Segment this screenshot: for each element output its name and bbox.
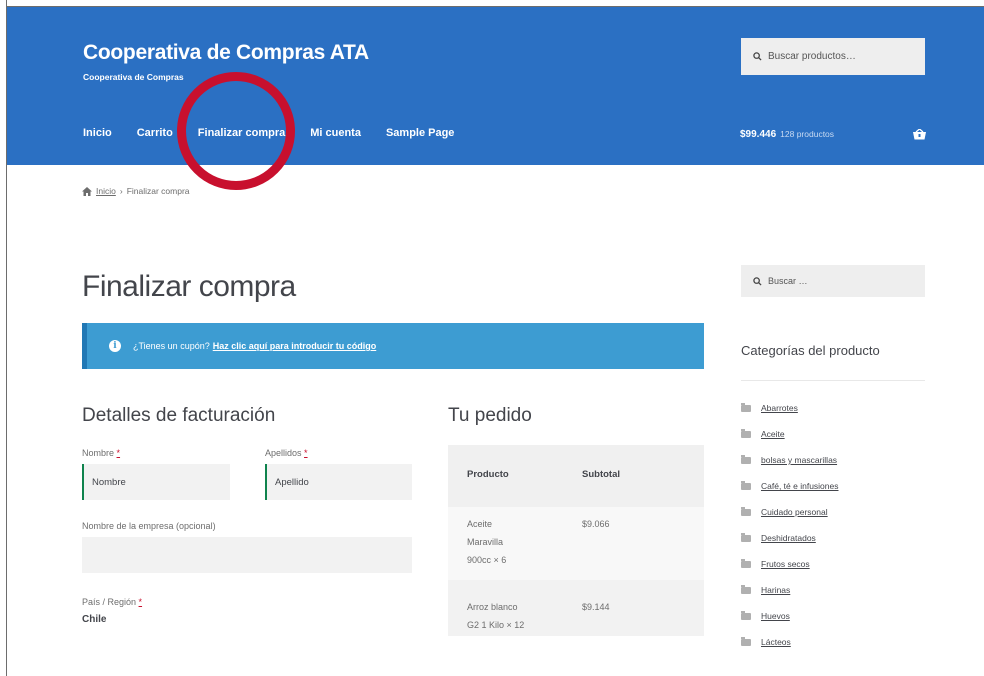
nav-item-sample-page[interactable]: Sample Page bbox=[386, 127, 454, 139]
first-name-label: Nombre * bbox=[82, 448, 121, 458]
folder-icon bbox=[741, 454, 751, 464]
folder-icon bbox=[741, 610, 751, 620]
sidebar-search-input[interactable]: Buscar … bbox=[741, 265, 925, 297]
list-item[interactable]: Deshidratados bbox=[741, 525, 839, 551]
list-item[interactable]: Cuidado personal bbox=[741, 499, 839, 525]
column-header-subtotal: Subtotal bbox=[582, 469, 620, 480]
company-field[interactable] bbox=[82, 537, 412, 573]
last-name-field[interactable]: Apellido bbox=[265, 464, 412, 500]
category-list: Abarrotes Aceite bolsas y mascarillas Ca… bbox=[741, 395, 839, 655]
product-subtotal: $9.066 bbox=[582, 519, 610, 529]
nav-item-mi-cuenta[interactable]: Mi cuenta bbox=[310, 127, 361, 139]
site-title[interactable]: Cooperativa de Compras ATA bbox=[83, 41, 369, 65]
required-mark: * bbox=[304, 448, 308, 458]
list-item[interactable]: Abarrotes bbox=[741, 395, 839, 421]
info-icon: i bbox=[109, 340, 121, 352]
order-title: Tu pedido bbox=[448, 405, 532, 426]
sidebar-search-placeholder: Buscar … bbox=[768, 276, 808, 286]
list-item[interactable]: Aceite bbox=[741, 421, 839, 447]
home-icon bbox=[82, 186, 92, 196]
search-icon bbox=[753, 52, 762, 61]
folder-icon bbox=[741, 532, 751, 542]
list-item[interactable]: bolsas y mascarillas bbox=[741, 447, 839, 473]
folder-icon bbox=[741, 480, 751, 490]
coupon-notice: i ¿Tienes un cupón? Haz clic aquí para i… bbox=[82, 323, 704, 369]
last-name-value: Apellido bbox=[275, 476, 309, 488]
list-item[interactable]: Huevos bbox=[741, 603, 839, 629]
product-name: Aceite Maravilla 900cc × 6 bbox=[467, 519, 507, 565]
folder-icon bbox=[741, 428, 751, 438]
list-item[interactable]: Café, té e infusiones bbox=[741, 473, 839, 499]
breadcrumb-current: Finalizar compra bbox=[126, 186, 190, 196]
product-subtotal: $9.144 bbox=[582, 602, 610, 612]
basket-icon[interactable] bbox=[913, 127, 926, 145]
coupon-link[interactable]: Haz clic aquí para introducir tu código bbox=[213, 341, 377, 351]
first-name-field[interactable]: Nombre bbox=[82, 464, 230, 500]
product-search-input[interactable]: Buscar productos… bbox=[741, 38, 925, 75]
list-item[interactable]: Frutos secos bbox=[741, 551, 839, 577]
coupon-text: ¿Tienes un cupón? bbox=[133, 341, 210, 351]
country-select[interactable]: Chile bbox=[82, 614, 106, 625]
list-item[interactable]: Harinas bbox=[741, 577, 839, 603]
list-item[interactable]: Lácteos bbox=[741, 629, 839, 655]
nav-item-inicio[interactable]: Inicio bbox=[83, 127, 112, 139]
page-title: Finalizar compra bbox=[82, 270, 296, 303]
cart-count: 128 productos bbox=[780, 129, 835, 139]
site-header: Cooperativa de Compras ATA Cooperativa d… bbox=[7, 7, 984, 165]
country-label: País / Región * bbox=[82, 597, 143, 607]
product-name: Arroz blanco G2 1 Kilo × 12 bbox=[467, 602, 525, 630]
folder-icon bbox=[741, 402, 751, 412]
divider bbox=[741, 380, 925, 381]
cart-summary[interactable]: $99.446 128 productos bbox=[740, 129, 834, 140]
search-icon bbox=[753, 276, 762, 286]
folder-icon bbox=[741, 584, 751, 594]
highlight-circle-annotation bbox=[177, 72, 295, 190]
last-name-label: Apellidos * bbox=[265, 448, 308, 458]
breadcrumb-home-link[interactable]: Inicio bbox=[96, 186, 116, 196]
column-header-product: Producto bbox=[467, 469, 509, 480]
order-table-header: Producto Subtotal bbox=[448, 445, 704, 507]
cart-total: $99.446 bbox=[740, 129, 777, 140]
breadcrumb-separator: › bbox=[119, 186, 123, 196]
nav-item-carrito[interactable]: Carrito bbox=[137, 127, 173, 139]
folder-icon bbox=[741, 636, 751, 646]
required-mark: * bbox=[116, 448, 121, 458]
order-table: Producto Subtotal Aceite Maravilla 900cc… bbox=[448, 445, 704, 636]
company-label: Nombre de la empresa (opcional) bbox=[82, 521, 216, 531]
breadcrumb: Inicio › Finalizar compra bbox=[82, 186, 190, 196]
folder-icon bbox=[741, 558, 751, 568]
folder-icon bbox=[741, 506, 751, 516]
categories-title: Categorías del producto bbox=[741, 343, 880, 358]
search-placeholder: Buscar productos… bbox=[768, 51, 856, 62]
billing-title: Detalles de facturación bbox=[82, 405, 276, 426]
first-name-value: Nombre bbox=[92, 476, 126, 488]
required-mark: * bbox=[138, 597, 143, 607]
site-description: Cooperativa de Compras bbox=[83, 72, 184, 82]
